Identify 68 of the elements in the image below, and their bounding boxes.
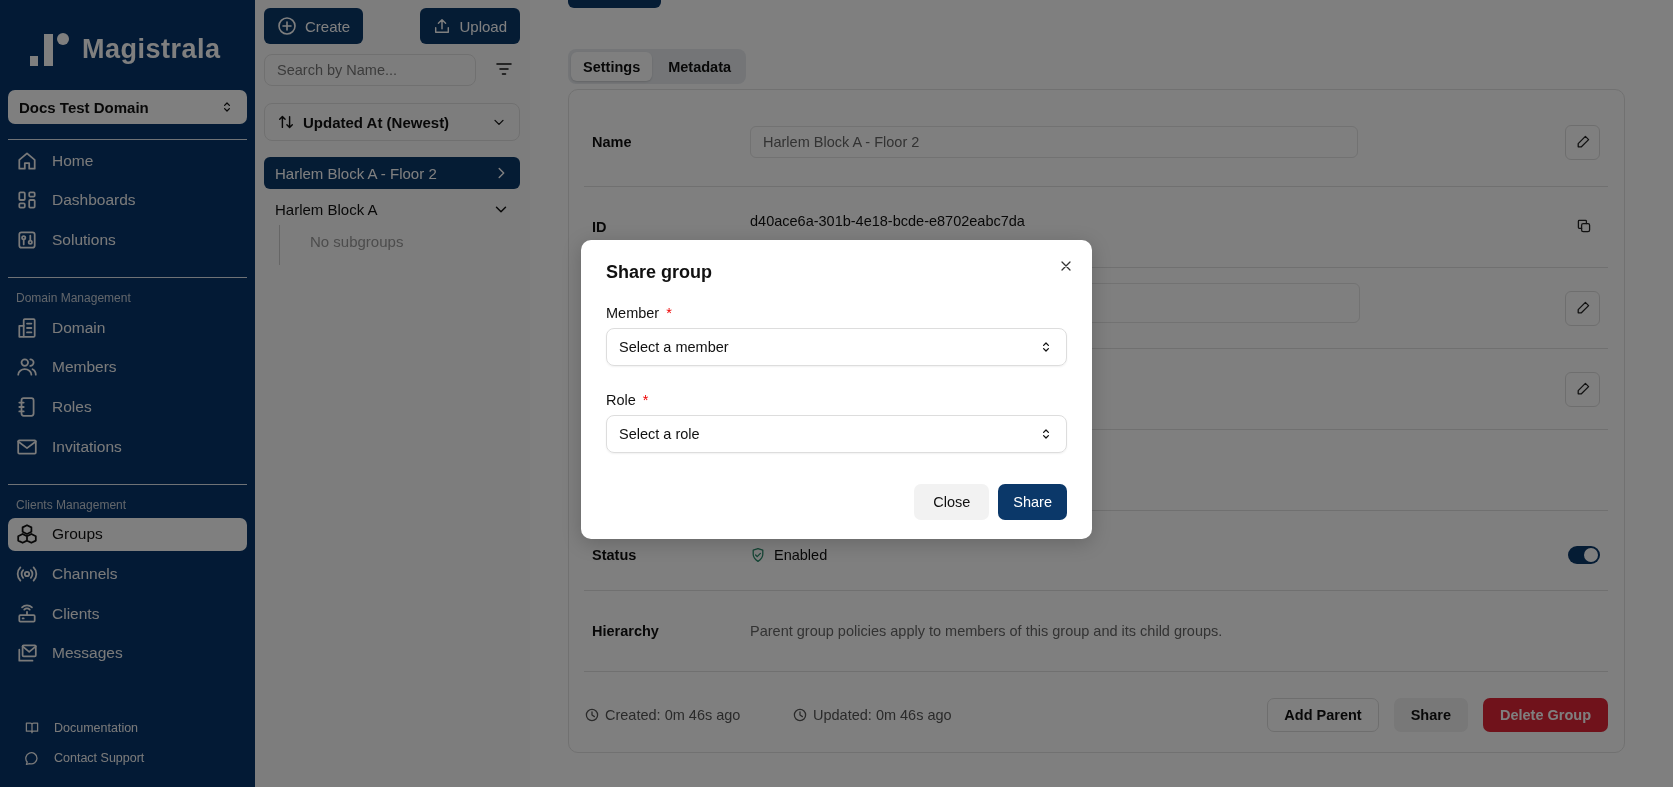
upload-button[interactable]: Upload — [420, 8, 520, 44]
nav-item[interactable]: Messages — [8, 636, 247, 670]
nav-item[interactable]: Clients — [8, 597, 247, 631]
group-item[interactable]: Harlem Block A - Floor 2 — [264, 157, 520, 189]
mail-stack-icon — [16, 642, 38, 665]
broadcast-icon — [16, 563, 38, 585]
field-label: ID — [591, 219, 608, 235]
logo-icon — [30, 32, 70, 66]
nav-item[interactable]: Home — [8, 144, 247, 177]
building-icon — [16, 316, 38, 339]
field-label: Name — [591, 134, 633, 150]
sort-dropdown[interactable]: Updated At (Newest) — [264, 103, 520, 141]
board-icon — [16, 228, 38, 251]
footer-link[interactable]: Documentation — [8, 713, 247, 743]
share-button[interactable]: Share — [998, 484, 1067, 520]
section-heading: Domain Management — [15, 290, 132, 308]
router-icon — [16, 602, 38, 625]
status-toggle[interactable] — [1568, 545, 1600, 564]
nav-item[interactable]: Solutions — [8, 223, 247, 257]
tab[interactable]: Settings — [571, 52, 653, 81]
delete-button[interactable]: Delete Group — [1482, 697, 1608, 732]
domain-selector[interactable]: Docs Test Domain — [8, 90, 247, 124]
field-label: Hierarchy — [591, 623, 660, 639]
cubes-icon — [16, 523, 38, 546]
name-field[interactable]: Harlem Block A - Floor 2 — [750, 126, 1358, 158]
select-field[interactable]: Select a role — [606, 415, 1067, 453]
group-item[interactable]: Harlem Block A — [264, 193, 520, 225]
add-parent-button[interactable]: Add Parent — [1267, 697, 1379, 732]
clock-icon — [584, 706, 600, 723]
copy-icon — [1576, 217, 1592, 234]
nav-item[interactable]: Groups — [8, 517, 247, 551]
nav-item[interactable]: Members — [8, 350, 247, 384]
nav-item[interactable]: Roles — [8, 390, 247, 424]
select-field[interactable]: Select a member — [606, 328, 1067, 366]
field-label: Role * — [606, 392, 650, 408]
create-button[interactable]: Create — [264, 8, 364, 44]
clock-icon — [792, 706, 808, 723]
field-label: Status — [591, 546, 638, 563]
field-label: Member * — [606, 305, 673, 321]
logo-text: Magistrala — [82, 33, 221, 65]
plus-circle-icon — [277, 16, 297, 36]
nav-item[interactable]: Invitations — [8, 430, 247, 464]
created-time: Created: 0m 46s ago — [605, 706, 741, 723]
active-tab[interactable] — [568, 0, 661, 8]
chat-icon — [24, 750, 40, 766]
dialog-title: Share group — [606, 262, 713, 283]
edit-button[interactable] — [1565, 290, 1600, 326]
sort-icon — [277, 113, 295, 131]
nav-item[interactable]: Channels — [8, 557, 247, 591]
shield-check-icon — [750, 546, 766, 563]
status-value: Enabled — [774, 546, 828, 563]
upload-icon — [433, 17, 452, 35]
tab[interactable]: Metadata — [656, 52, 744, 81]
search-field[interactable]: Search by Name... — [264, 54, 476, 86]
edit-button[interactable] — [1565, 124, 1600, 160]
nav-item[interactable]: Dashboards — [8, 183, 247, 217]
footer-link[interactable]: Contact Support — [8, 743, 247, 773]
nav-item[interactable]: Domain — [8, 311, 247, 345]
edit-button[interactable] — [1565, 371, 1600, 407]
hierarchy-text: Parent group policies apply to members of this group and its child groups. — [750, 623, 1223, 639]
grid-icon — [16, 189, 38, 212]
people-icon — [16, 356, 38, 379]
close-button[interactable]: Close — [914, 484, 990, 520]
section-heading: Clients Management — [15, 496, 128, 514]
book-icon — [24, 720, 40, 736]
share-button[interactable]: Share — [1393, 697, 1468, 732]
updated-time: Updated: 0m 46s ago — [813, 706, 952, 723]
id-value: d40ace6a-301b-4e18-bcde-e8702eabc7da — [750, 213, 1025, 229]
